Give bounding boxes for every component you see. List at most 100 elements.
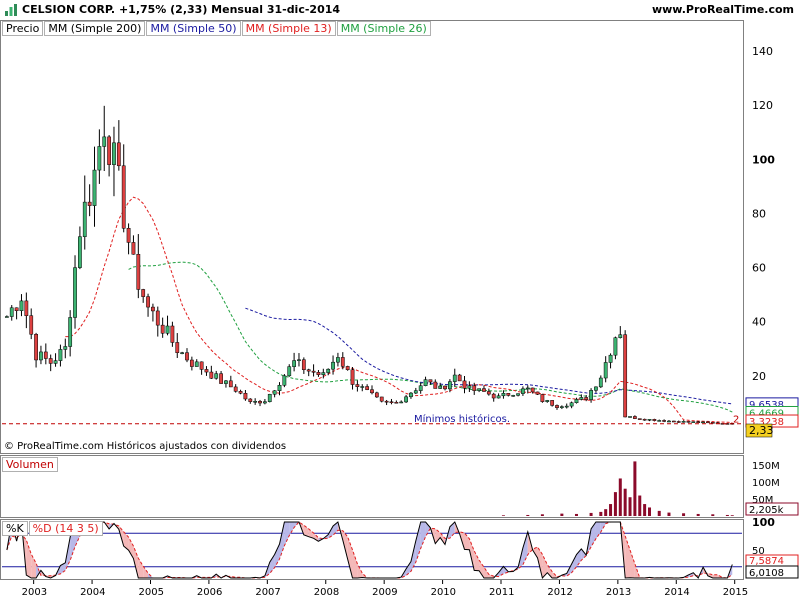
candle-body: [360, 386, 365, 388]
x-tick-label: 2013: [606, 587, 631, 598]
candle-body: [657, 420, 662, 422]
candle-body: [189, 359, 194, 367]
price-ytick-label: 120: [752, 99, 773, 112]
stoch-fill: [595, 522, 601, 539]
candle-body: [589, 390, 593, 400]
candle-body: [287, 366, 292, 377]
candle-body: [282, 375, 287, 386]
legend-ma13[interactable]: MM (Simple 13): [241, 21, 336, 36]
candle-body: [413, 390, 418, 394]
candle-body: [409, 392, 413, 398]
candle-body: [365, 386, 370, 390]
candle-body: [696, 421, 701, 423]
candle-body: [14, 307, 19, 312]
candle-body: [107, 136, 111, 165]
candle-body: [613, 337, 618, 356]
candle-body: [701, 421, 705, 424]
volume-bar: [574, 513, 578, 516]
volume-bar: [643, 504, 647, 516]
ma26-line: [128, 261, 733, 413]
legend-stoch-d[interactable]: %D (14 3 5): [28, 521, 103, 536]
candle-body: [652, 419, 657, 421]
candle-body: [151, 306, 155, 312]
x-tick-label: 2014: [664, 587, 689, 598]
candle-body: [482, 388, 486, 392]
candle-body: [175, 342, 180, 353]
x-tick-label: 2008: [314, 587, 339, 598]
candle-body: [326, 368, 331, 373]
candle-body: [389, 401, 394, 403]
volume-bar: [526, 514, 530, 516]
candle-body: [428, 379, 433, 383]
price-legend: Precio MM (Simple 200) MM (Simple 50) MM (S…: [2, 21, 432, 36]
candle-body: [404, 396, 408, 403]
x-tick-label: 2009: [372, 587, 397, 598]
stoch-fill: [31, 554, 37, 578]
legend-ma200[interactable]: MM (Simple 200): [44, 21, 146, 36]
candle-body: [457, 374, 462, 382]
candle-body: [199, 361, 204, 370]
stoch-fill: [123, 531, 129, 551]
candle-body: [662, 420, 666, 422]
candle-body: [579, 397, 584, 400]
candle-body: [53, 360, 58, 364]
stoch-fill: [630, 549, 635, 578]
stoch-ytick-label: 100: [752, 516, 775, 529]
stoch-fill: [474, 550, 480, 571]
volume-bar: [604, 509, 608, 516]
ma13-line: [65, 196, 733, 423]
legend-stoch-k[interactable]: %K: [2, 521, 28, 536]
x-tick-label: 2003: [22, 587, 47, 598]
candle-body: [146, 296, 150, 308]
candle-body: [472, 385, 477, 391]
stoch-fill: [352, 549, 358, 578]
candle-body: [224, 380, 228, 384]
candle-body: [521, 388, 525, 394]
candle-body: [233, 386, 238, 392]
candle-body: [399, 401, 404, 404]
candle-body: [194, 361, 199, 367]
candle-body: [116, 142, 121, 167]
volume-bar: [725, 514, 729, 516]
candle-body: [112, 142, 116, 165]
candle-body: [58, 349, 63, 361]
candle-body: [219, 373, 223, 384]
legend-ma26[interactable]: MM (Simple 26): [336, 21, 431, 36]
candle-body: [667, 420, 671, 423]
candle-body: [637, 418, 642, 420]
candle-body: [355, 384, 360, 388]
candle-body: [623, 334, 628, 418]
candle-body: [170, 325, 175, 343]
candle-body: [550, 400, 555, 406]
candle-body: [452, 374, 457, 382]
volume-bar: [560, 513, 564, 516]
candle-body: [647, 419, 652, 421]
candle-body: [204, 369, 209, 373]
price-ytick-label: 60: [752, 262, 766, 275]
candle-body: [594, 386, 598, 391]
candle-body: [525, 387, 530, 390]
candle-body: [306, 369, 311, 372]
candle-body: [263, 401, 267, 404]
candle-body: [681, 421, 686, 423]
candle-body: [238, 391, 243, 394]
volume-bar: [618, 478, 622, 516]
price-ytick-label: 20: [752, 370, 766, 383]
candle-body: [345, 366, 350, 370]
candle-body: [131, 242, 136, 255]
legend-volume[interactable]: Volumen: [2, 457, 58, 472]
stoch-fill: [542, 554, 548, 578]
legend-ma50[interactable]: MM (Simple 50): [146, 21, 241, 36]
candle-body: [29, 315, 34, 335]
candle-body: [292, 360, 296, 367]
stoch-k-value-label: 6,0108: [749, 568, 784, 579]
candle-body: [43, 351, 48, 359]
legend-price[interactable]: Precio: [2, 21, 44, 36]
candle-body: [136, 254, 141, 290]
candle-body: [126, 227, 131, 243]
candle-body: [301, 359, 306, 370]
candle-body: [311, 370, 316, 373]
candle-body: [350, 369, 355, 385]
price-ytick-label: 40: [752, 316, 766, 329]
candle-body: [370, 389, 374, 394]
